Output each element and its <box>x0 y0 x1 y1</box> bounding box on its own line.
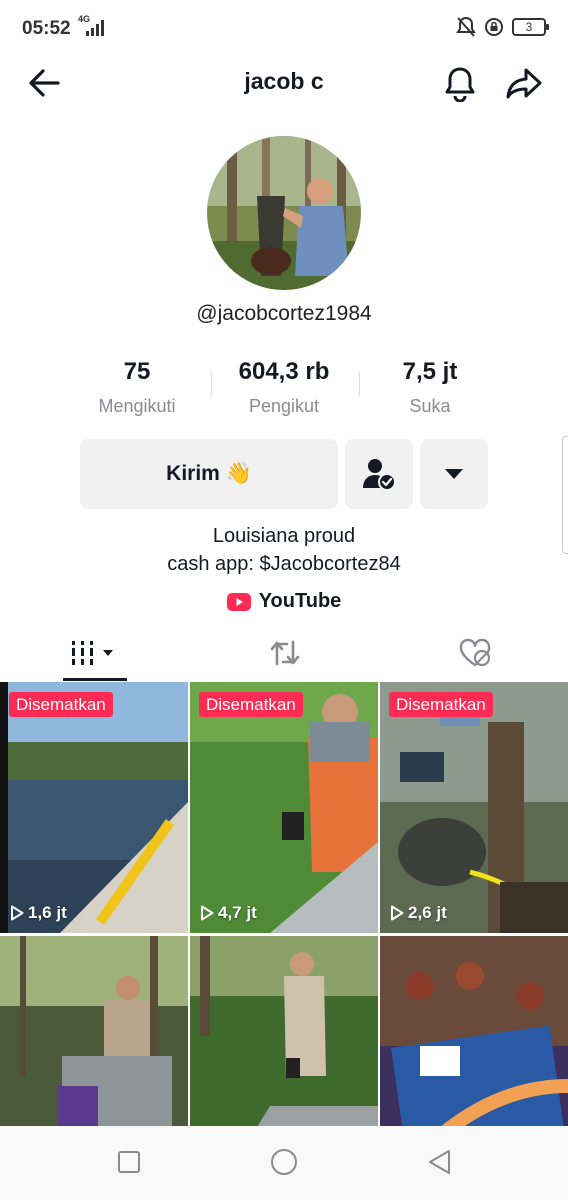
youtube-link-label: YouTube <box>258 590 342 612</box>
stat-likes-label: Suka <box>409 396 451 416</box>
pinned-badge: Disematkan <box>389 692 493 717</box>
avatar[interactable] <box>207 136 361 290</box>
content-tabs <box>0 626 568 682</box>
view-count: 4,7 jt <box>200 903 257 923</box>
play-icon <box>201 905 214 921</box>
avatar-photo <box>207 136 361 290</box>
page-title: jacob c <box>244 68 324 94</box>
stat-followers-value: 604,3 rb <box>238 358 330 385</box>
share-arrow-icon[interactable] <box>504 64 544 102</box>
caret-down-icon <box>445 469 463 479</box>
status-bar: 05:52 4G 3 <box>0 0 568 58</box>
view-count-value: 1,6 jt <box>28 903 67 922</box>
stat-likes[interactable]: 7,5 jt Suka <box>355 358 505 417</box>
tab-liked[interactable] <box>440 626 510 680</box>
video-thumbnail[interactable]: Disematkan 2,6 jt <box>380 682 568 933</box>
stat-following[interactable]: 75 Mengikuti <box>62 358 212 417</box>
grid-videos-icon <box>72 641 113 665</box>
stat-likes-value: 7,5 jt <box>402 358 458 385</box>
stat-followers[interactable]: 604,3 rb Pengikut <box>209 358 359 417</box>
bell-muted-icon <box>456 16 476 37</box>
view-count: 2,6 jt <box>390 903 447 923</box>
back-triangle-icon[interactable] <box>424 1146 456 1178</box>
stat-following-label: Mengikuti <box>98 396 176 416</box>
bio-line: Louisiana proud <box>212 525 356 547</box>
stat-followers-label: Pengikut <box>248 396 320 416</box>
profile-username: @jacobcortez1984 <box>196 302 372 325</box>
more-options-button[interactable] <box>420 439 488 509</box>
youtube-icon <box>226 592 251 611</box>
view-count-value: 4,7 jt <box>218 903 257 922</box>
video-thumbnail-image <box>0 682 188 933</box>
status-time: 05:52 <box>22 18 71 39</box>
repost-icon <box>270 640 300 666</box>
video-thumbnail[interactable]: Disematkan 1,6 jt <box>0 682 188 933</box>
system-navigation-bar <box>0 1126 568 1200</box>
recent-apps-icon[interactable] <box>113 1146 145 1178</box>
play-icon <box>11 905 24 921</box>
battery-indicator: 3 <box>512 18 549 36</box>
send-message-button[interactable]: Kirim 👋 <box>80 439 338 509</box>
tab-reposts[interactable] <box>250 626 320 680</box>
profile-bio: Louisiana proud cash app: $Jacobcortez84 <box>0 522 568 578</box>
view-count-value: 2,6 jt <box>408 903 447 922</box>
liked-hidden-heart-icon <box>459 638 491 667</box>
bio-line: cash app: $Jacobcortez84 <box>167 553 401 575</box>
video-thumbnail-image <box>190 682 378 933</box>
video-grid: Disematkan 1,6 jt Disematkan 4,7 jt Dise… <box>0 682 568 1187</box>
user-check-icon <box>363 459 396 491</box>
play-icon <box>391 905 404 921</box>
video-thumbnail-image <box>380 682 568 933</box>
tab-videos[interactable] <box>60 626 130 680</box>
profile-stats: 75 Mengikuti 604,3 rb Pengikut 7,5 jt Su… <box>60 358 508 422</box>
following-status-button[interactable] <box>345 439 413 509</box>
home-icon[interactable] <box>268 1146 300 1178</box>
pinned-badge: Disematkan <box>9 692 113 717</box>
pinned-badge: Disematkan <box>199 692 303 717</box>
edge-panel-handle[interactable] <box>562 436 568 554</box>
signal-icon <box>86 20 104 36</box>
stat-following-value: 75 <box>123 358 151 385</box>
video-thumbnail[interactable]: Disematkan 4,7 jt <box>190 682 378 933</box>
lock-rotation-icon <box>485 18 503 36</box>
youtube-link[interactable]: YouTube <box>0 590 568 613</box>
notification-bell-icon[interactable] <box>442 64 478 102</box>
view-count: 1,6 jt <box>10 903 67 923</box>
active-tab-indicator <box>63 678 127 681</box>
profile-header: jacob c <box>0 58 568 108</box>
